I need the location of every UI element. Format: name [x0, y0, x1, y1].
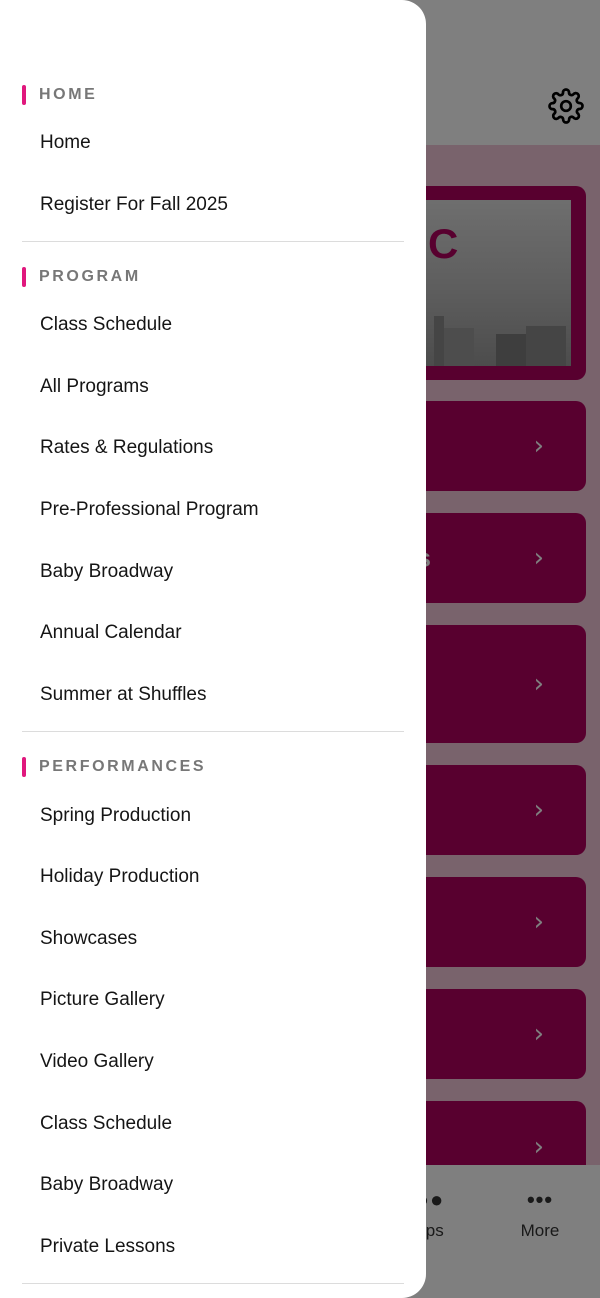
- section-header-performances: PERFORMANCES: [22, 756, 206, 778]
- section-title: PROGRAM: [39, 268, 141, 285]
- menu-item-pre-professional-program[interactable]: Pre-Professional Program: [40, 498, 259, 522]
- section-divider: [22, 241, 404, 242]
- section-header-program: PROGRAM: [22, 266, 141, 288]
- menu-item-spring-production[interactable]: Spring Production: [40, 804, 191, 828]
- menu-item-class-schedule[interactable]: Class Schedule: [40, 313, 172, 337]
- section-divider: [22, 1283, 404, 1284]
- menu-item-all-programs[interactable]: All Programs: [40, 375, 149, 399]
- section-title: PERFORMANCES: [39, 758, 207, 775]
- section-header-home: HOME: [22, 84, 97, 106]
- menu-item-rates-regulations[interactable]: Rates & Regulations: [40, 436, 213, 460]
- section-accent-bar: [22, 757, 26, 777]
- menu-item-class-schedule-performances[interactable]: Class Schedule: [40, 1112, 172, 1136]
- menu-item-private-lessons[interactable]: Private Lessons: [40, 1235, 175, 1259]
- menu-item-holiday-production[interactable]: Holiday Production: [40, 865, 199, 889]
- menu-item-baby-broadway[interactable]: Baby Broadway: [40, 560, 173, 584]
- section-accent-bar: [22, 85, 26, 105]
- menu-item-showcases[interactable]: Showcases: [40, 927, 137, 951]
- menu-item-picture-gallery[interactable]: Picture Gallery: [40, 988, 165, 1012]
- menu-item-video-gallery[interactable]: Video Gallery: [40, 1050, 154, 1074]
- menu-item-home[interactable]: Home: [40, 131, 91, 155]
- section-accent-bar: [22, 267, 26, 287]
- menu-item-summer-at-shuffles[interactable]: Summer at Shuffles: [40, 683, 207, 707]
- menu-item-baby-broadway-performances[interactable]: Baby Broadway: [40, 1173, 173, 1197]
- section-title: HOME: [39, 86, 98, 103]
- menu-item-register-fall-2025[interactable]: Register For Fall 2025: [40, 193, 228, 217]
- section-divider: [22, 731, 404, 732]
- navigation-drawer: HOME Home Register For Fall 2025 PROGRAM…: [0, 0, 426, 1298]
- menu-item-annual-calendar[interactable]: Annual Calendar: [40, 621, 182, 645]
